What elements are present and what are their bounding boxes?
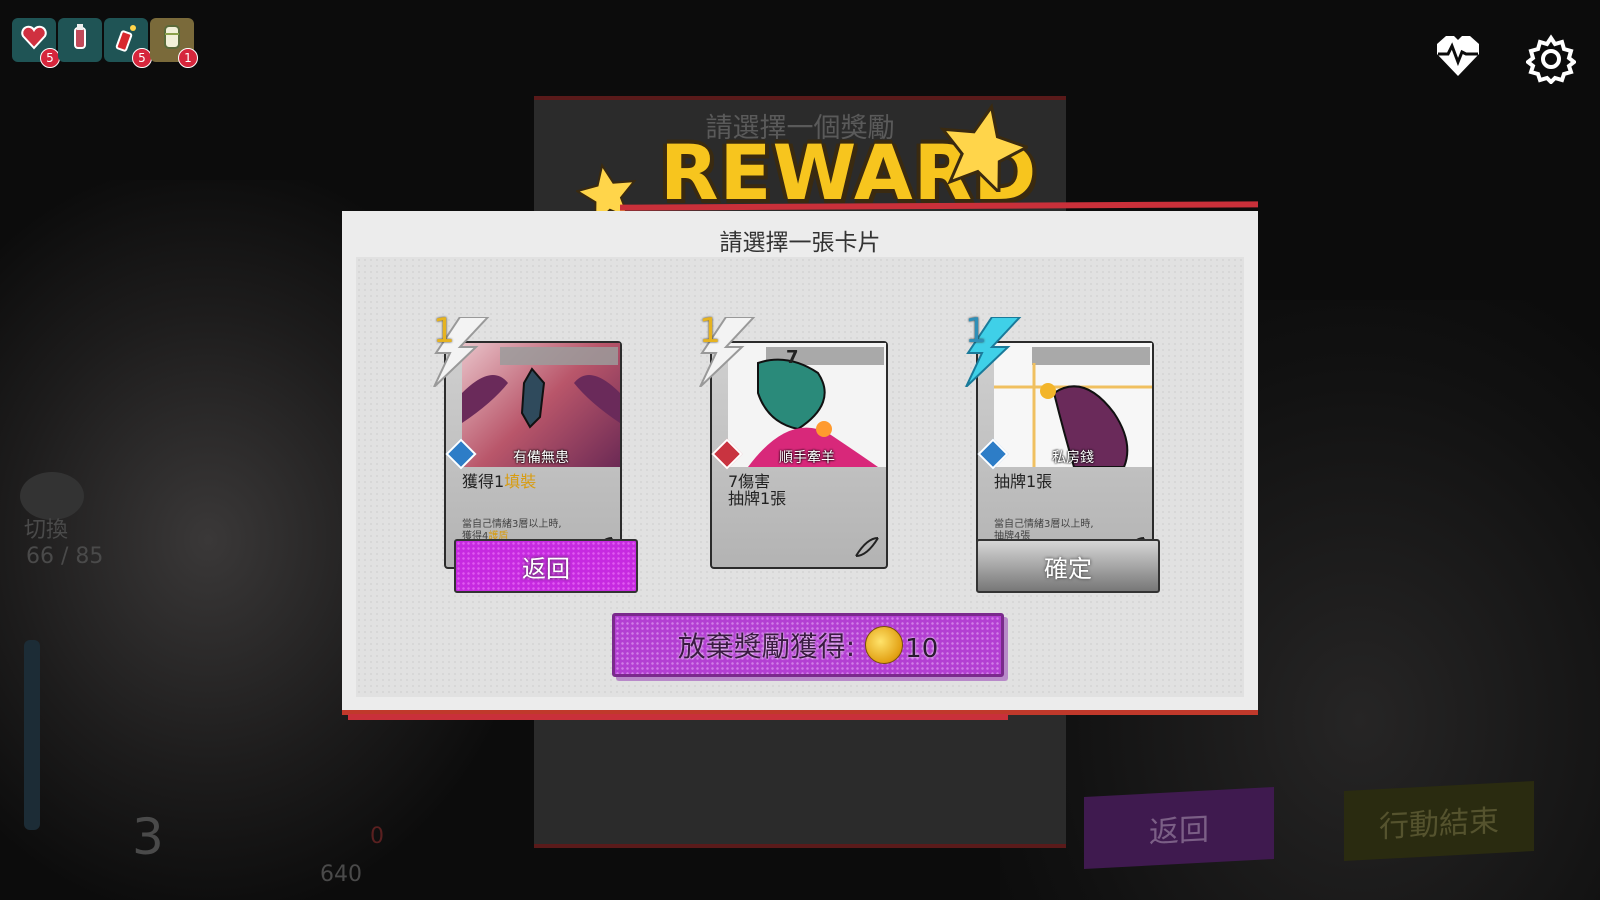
hp-text: 66 / 85 — [26, 544, 104, 569]
card-description: 抽牌1張 — [994, 472, 1053, 491]
dialog-content: 有備無患 1 獲得1填裝 當自己情緒3層以上時, 獲得4護盾 7 順手牽羊 1 … — [356, 257, 1244, 697]
bottle-icon — [65, 22, 95, 59]
item-count-badge: 5 — [132, 48, 152, 68]
item-bar: 5 5 1 — [12, 18, 198, 68]
hp-bar — [24, 640, 40, 830]
lightning-icon: 1 — [962, 311, 1023, 388]
background-back-button: 返回 — [1084, 787, 1274, 869]
bottom-value-1: 0 — [370, 824, 384, 849]
heartbeat-icon[interactable] — [1432, 30, 1484, 82]
card-cost: 1 — [433, 311, 455, 351]
skip-reward-amount: 10 — [905, 634, 939, 664]
card-cost: 1 — [965, 311, 987, 351]
card-name: 順手牽羊 — [779, 450, 835, 466]
item-slot[interactable]: 1 — [150, 18, 198, 68]
energy-value: 3 — [132, 808, 164, 866]
confirm-button[interactable]: 確定 — [976, 539, 1160, 593]
lightning-icon: 1 — [696, 311, 757, 388]
item-slot[interactable] — [58, 18, 102, 62]
dialog-title: 請選擇一張卡片 — [719, 230, 881, 256]
card-description: 7傷害 抽牌1張 — [728, 472, 787, 508]
card-description: 獲得1填裝 — [462, 472, 537, 491]
dialog-accent-line — [348, 714, 1008, 720]
card-option[interactable]: 7 順手牽羊 1 7傷害 抽牌1張 — [699, 311, 888, 569]
card-select-dialog: 請選擇一張卡片 有備無患 1 獲得1填裝 當自己情緒3層以上時, 獲得4護盾 7… — [342, 211, 1258, 715]
item-slot[interactable]: 5 — [12, 18, 60, 68]
skip-reward-button[interactable]: 放棄獎勵獲得: 10 — [612, 613, 1004, 677]
card-name: 有備無患 — [513, 450, 569, 466]
back-button[interactable]: 返回 — [454, 539, 638, 593]
card-cost: 1 — [699, 311, 721, 351]
item-count-badge: 1 — [178, 48, 198, 68]
damage-value: 7 — [786, 347, 799, 368]
end-turn-button: 行動結束 — [1344, 781, 1534, 861]
skip-reward-label: 放棄獎勵獲得: — [677, 630, 856, 663]
card-name: 私房錢 — [1052, 450, 1094, 466]
star-icon — [938, 102, 1031, 196]
switch-label: 切換 — [24, 518, 69, 543]
bottom-value-2: 640 — [320, 862, 362, 887]
card-option[interactable]: 私房錢 1 抽牌1張 當自己情緒3層以上時, 抽牌4張 — [965, 311, 1154, 569]
item-count-badge: 5 — [40, 48, 60, 68]
lightning-icon: 1 — [430, 311, 491, 388]
item-slot[interactable]: 5 — [104, 18, 152, 68]
dna-icon — [854, 536, 880, 563]
gear-icon[interactable] — [1524, 34, 1578, 85]
card-option[interactable]: 有備無患 1 獲得1填裝 當自己情緒3層以上時, 獲得4護盾 — [433, 311, 622, 569]
coin-icon — [865, 626, 904, 664]
